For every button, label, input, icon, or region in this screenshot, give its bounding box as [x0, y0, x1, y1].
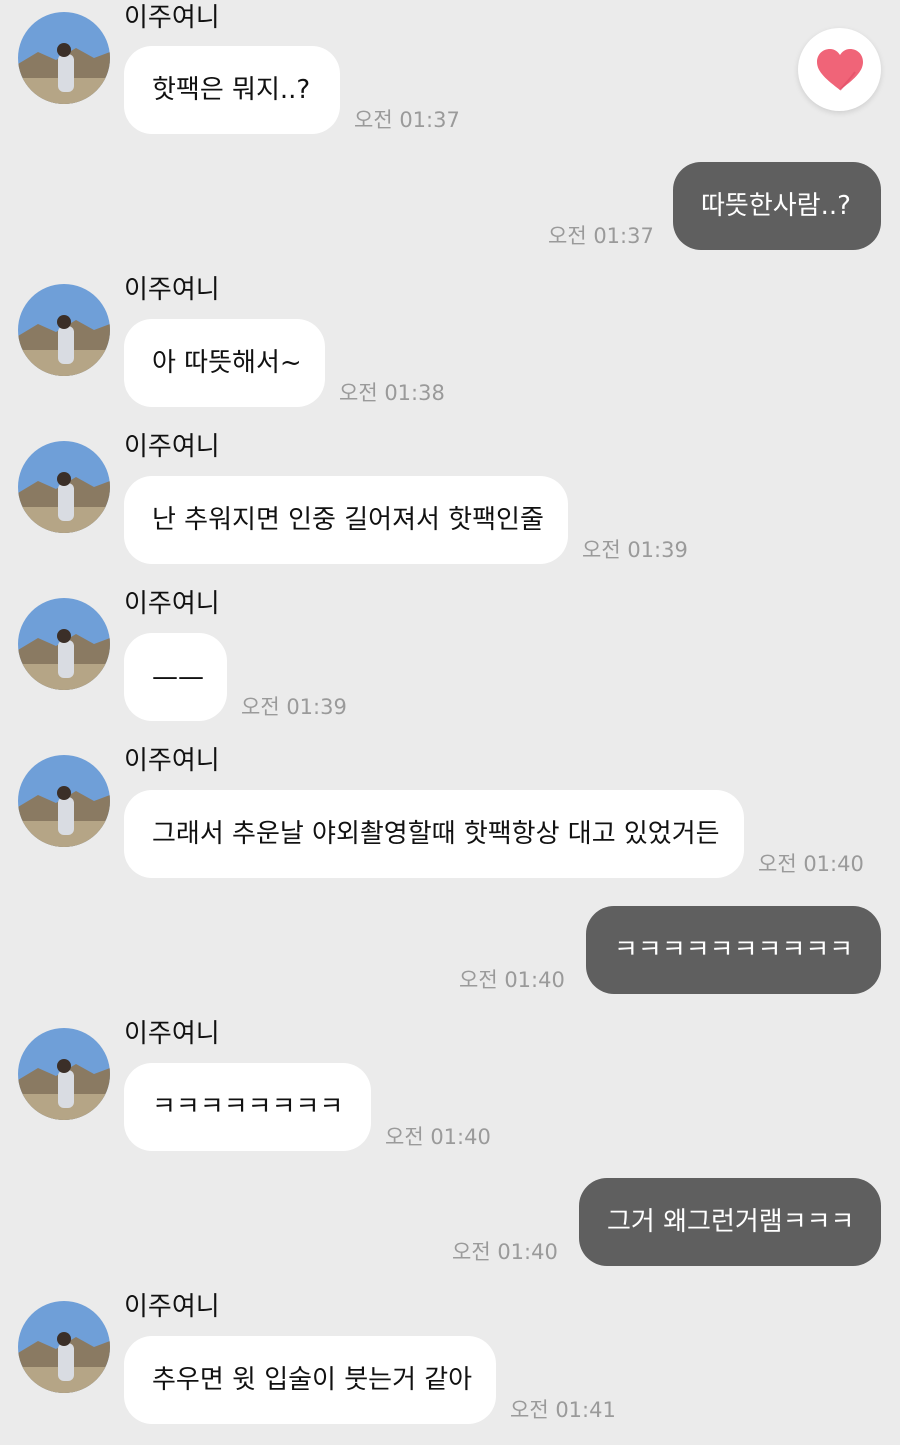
message-bubble[interactable]: 그거 왜그런거램ㅋㅋㅋ	[579, 1178, 881, 1266]
heart-reaction-button[interactable]	[798, 28, 881, 111]
sender-name: 이주여니	[124, 746, 220, 776]
avatar[interactable]	[18, 598, 110, 690]
sender-name: 이주여니	[124, 589, 220, 619]
sender-name: 이주여니	[124, 275, 220, 305]
timestamp: 오전 01:40	[385, 1125, 491, 1149]
heart-icon	[816, 48, 863, 91]
message-bubble[interactable]: 그래서 추운날 야외촬영할때 핫팩항상 대고 있었거든	[124, 790, 744, 878]
avatar[interactable]	[18, 12, 110, 104]
avatar[interactable]	[18, 1028, 110, 1120]
message-bubble[interactable]: ——	[124, 633, 227, 721]
avatar[interactable]	[18, 755, 110, 847]
timestamp: 오전 01:41	[510, 1398, 616, 1422]
timestamp: 오전 01:40	[459, 968, 565, 992]
message-bubble[interactable]: 핫팩은 뭐지..?	[124, 46, 340, 134]
avatar[interactable]	[18, 441, 110, 533]
message-bubble[interactable]: ㅋㅋㅋㅋㅋㅋㅋㅋ	[124, 1063, 371, 1151]
sender-name: 이주여니	[124, 3, 220, 33]
message-bubble[interactable]: 난 추워지면 인중 길어져서 핫팩인줄	[124, 476, 568, 564]
message-bubble[interactable]: 추우면 윗 입술이 붓는거 같아	[124, 1336, 496, 1424]
sender-name: 이주여니	[124, 1292, 220, 1322]
timestamp: 오전 01:39	[582, 538, 688, 562]
message-bubble[interactable]: 따뜻한사람..?	[673, 162, 881, 250]
timestamp: 오전 01:40	[452, 1240, 558, 1264]
message-bubble[interactable]: 아 따뜻해서~	[124, 319, 325, 407]
timestamp: 오전 01:37	[354, 108, 460, 132]
sender-name: 이주여니	[124, 432, 220, 462]
message-bubble[interactable]: ㅋㅋㅋㅋㅋㅋㅋㅋㅋㅋ	[586, 906, 881, 994]
timestamp: 오전 01:39	[241, 695, 347, 719]
timestamp: 오전 01:40	[758, 852, 864, 876]
avatar[interactable]	[18, 1301, 110, 1393]
sender-name: 이주여니	[124, 1019, 220, 1049]
timestamp: 오전 01:37	[548, 224, 654, 248]
avatar[interactable]	[18, 284, 110, 376]
timestamp: 오전 01:38	[339, 381, 445, 405]
